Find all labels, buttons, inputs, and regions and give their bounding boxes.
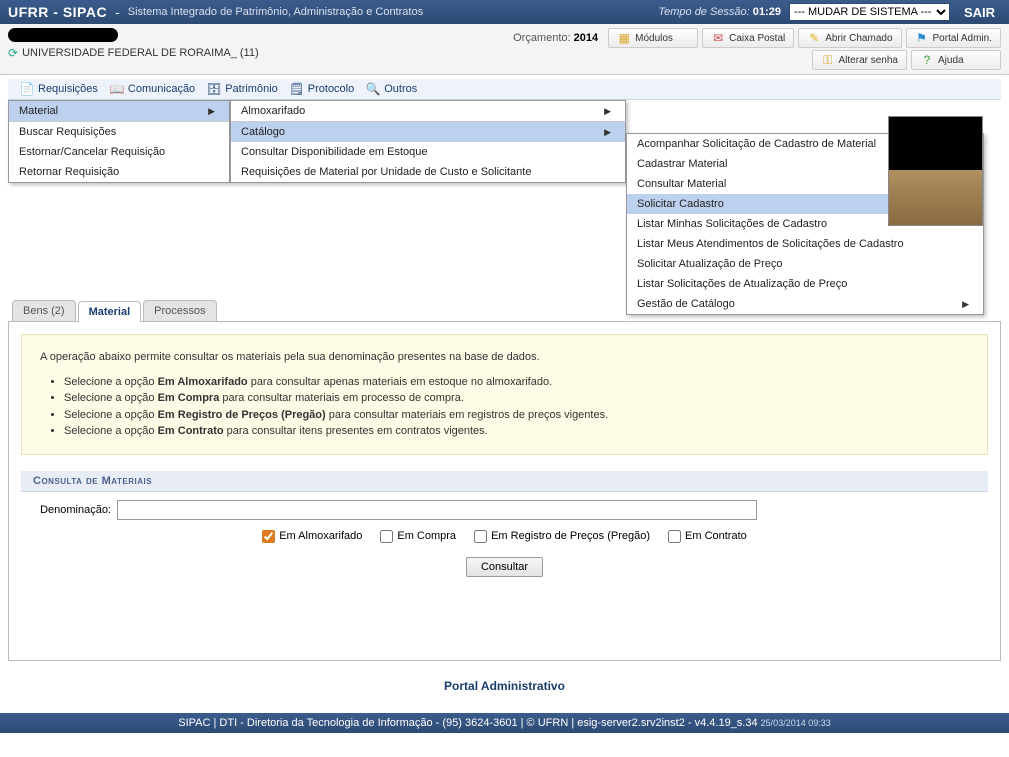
note-icon: 🗒 [290,82,304,96]
key-icon: ⚿ [821,53,835,67]
content-panel: A operação abaixo permite consultar os m… [8,321,1001,661]
search-icon: 🔍 [366,82,380,96]
info-line-2: Selecione a opção Em Compra para consult… [64,390,969,407]
footer: SIPAC | DTI - Diretoria da Tecnologia de… [0,713,1009,733]
mail-icon: ✉ [711,31,725,45]
tab-processos[interactable]: Processos [143,300,216,321]
side-photo [888,116,983,226]
sm1-buscar[interactable]: Buscar Requisições [9,122,229,142]
menu-protocolo[interactable]: 🗒Protocolo [290,82,354,96]
app-subtitle: Sistema Integrado de Patrimônio, Adminis… [128,6,423,18]
modules-icon: ▦ [617,31,631,45]
doc-icon: 📄 [20,82,34,96]
info-line-4: Selecione a opção Em Contrato para consu… [64,423,969,440]
sm2-requisicoes-material[interactable]: Requisições de Material por Unidade de C… [231,162,625,182]
form-title: Consulta de Materiais [21,471,988,492]
org-name: UNIVERSIDADE FEDERAL DE RORAIMA_ (11) [22,47,259,59]
denom-input[interactable] [117,500,757,520]
session-time: Tempo de Sessão: 01:29 [658,6,781,18]
chk-compra[interactable]: Em Compra [380,530,456,543]
open-ticket-button[interactable]: ✎Abrir Chamado [798,28,901,48]
portal-icon: ⚑ [915,31,929,45]
submenu-level2: Almoxarifado▶ Catálogo▶ Consultar Dispon… [230,100,626,183]
admin-portal-button[interactable]: ⚑Portal Admin. [906,28,1001,48]
menu-patrimonio[interactable]: 🗄Patrimônio [207,82,278,96]
menu-requisicoes[interactable]: 📄Requisições [20,82,98,96]
menu-outros[interactable]: 🔍Outros [366,82,417,96]
footer-date: 25/03/2014 09:33 [761,718,831,728]
sm1-estornar[interactable]: Estornar/Cancelar Requisição [9,142,229,162]
separator: - [115,4,120,20]
sm3-listar-atualizacao[interactable]: Listar Solicitações de Atualização de Pr… [627,274,983,294]
sm2-almoxarifado[interactable]: Almoxarifado▶ [231,101,625,121]
help-icon: ? [920,53,934,67]
mailbox-button[interactable]: ✉Caixa Postal [702,28,794,48]
ticket-icon: ✎ [807,31,821,45]
tab-material[interactable]: Material [78,301,142,322]
change-password-button[interactable]: ⚿Alterar senha [812,50,907,70]
sm3-listar-atendimentos[interactable]: Listar Meus Atendimentos de Solicitações… [627,234,983,254]
safe-icon: 🗄 [207,82,221,96]
sm3-gestao-catalogo[interactable]: Gestão de Catálogo▶ [627,294,983,314]
user-redacted [8,28,118,42]
modules-button[interactable]: ▦Módulos [608,28,698,48]
menu-comunicacao[interactable]: 📖Comunicação [110,82,195,96]
sm2-catalogo[interactable]: Catálogo▶ [231,122,625,142]
submenu-level1: Material▶ Buscar Requisições Estornar/Ca… [8,100,230,183]
help-button[interactable]: ?Ajuda [911,50,1001,70]
info-intro: A operação abaixo permite consultar os m… [40,349,969,366]
app-title: UFRR - SIPAC [8,4,107,20]
tab-bens[interactable]: Bens (2) [12,300,76,321]
filter-checkboxes: Em Almoxarifado Em Compra Em Registro de… [9,530,1000,543]
chevron-right-icon: ▶ [604,127,611,138]
chk-contrato[interactable]: Em Contrato [668,530,747,543]
sm2-disponibilidade[interactable]: Consultar Disponibilidade em Estoque [231,142,625,162]
budget-label: Orçamento: 2014 [509,30,602,46]
consultar-button[interactable]: Consultar [466,557,543,577]
info-box: A operação abaixo permite consultar os m… [21,334,988,455]
chevron-right-icon: ▶ [208,106,215,117]
header-bar: UFRR - SIPAC - Sistema Integrado de Patr… [0,0,1009,24]
chevron-right-icon: ▶ [604,106,611,117]
sm3-atualizacao-preco[interactable]: Solicitar Atualização de Preço [627,254,983,274]
system-select[interactable]: --- MUDAR DE SISTEMA --- [789,3,950,21]
info-bar: ⟳ UNIVERSIDADE FEDERAL DE RORAIMA_ (11) … [0,24,1009,75]
refresh-icon[interactable]: ⟳ [8,46,18,60]
denom-label: Denominação: [21,504,111,516]
exit-button[interactable]: SAIR [958,5,1001,20]
chk-registro[interactable]: Em Registro de Preços (Pregão) [474,530,650,543]
info-line-1: Selecione a opção Em Almoxarifado para c… [64,374,969,391]
sm1-material[interactable]: Material▶ [9,101,229,121]
chevron-right-icon: ▶ [962,299,969,310]
portal-admin-link[interactable]: Portal Administrativo [444,679,565,693]
sm1-retornar[interactable]: Retornar Requisição [9,162,229,182]
footer-text: SIPAC | DTI - Diretoria da Tecnologia de… [178,717,757,729]
chk-almoxarifado[interactable]: Em Almoxarifado [262,530,362,543]
info-line-3: Selecione a opção Em Registro de Preços … [64,407,969,424]
book-icon: 📖 [110,82,124,96]
main-menu: 📄Requisições 📖Comunicação 🗄Patrimônio 🗒P… [8,79,1001,100]
